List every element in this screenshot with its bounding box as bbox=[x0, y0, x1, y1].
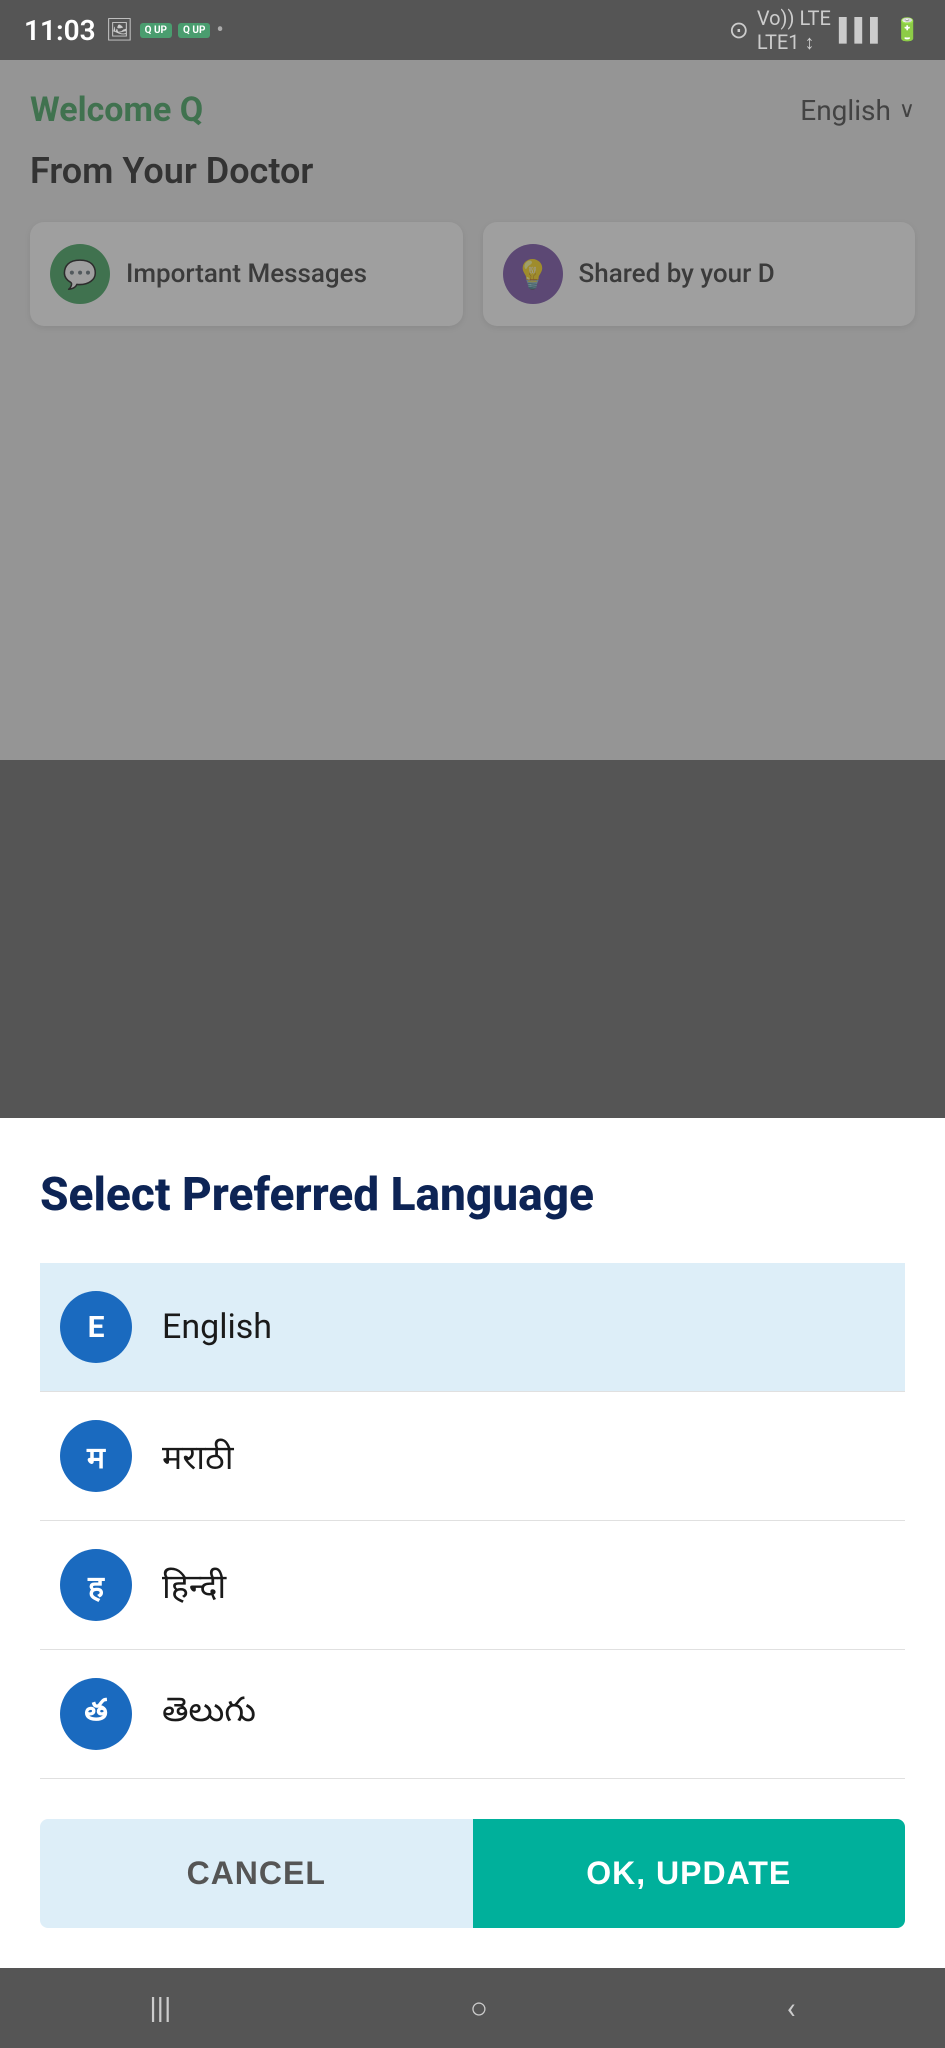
lang-name-telugu: తెలుగు bbox=[162, 1690, 256, 1738]
lang-avatar-marathi: म bbox=[60, 1420, 132, 1492]
status-right: ⊙ Vo)) LTELTE1 ↕ ▌▌▌ 🔋 bbox=[729, 6, 921, 55]
qup-icon-1: Q UP bbox=[140, 23, 172, 38]
lang-avatar-telugu: త bbox=[60, 1678, 132, 1750]
language-list: E English म मराठी ह हिन्दी త తెలుగు bbox=[40, 1263, 905, 1779]
signal-bars-icon: ▌▌▌ bbox=[839, 17, 886, 43]
language-item-hindi[interactable]: ह हिन्दी bbox=[40, 1521, 905, 1650]
language-bottom-sheet: Select Preferred Language E English म मर… bbox=[0, 1118, 945, 1968]
language-item-english[interactable]: E English bbox=[40, 1263, 905, 1392]
status-time: 11:03 bbox=[24, 14, 96, 47]
signal-text: Vo)) LTELTE1 ↕ bbox=[757, 6, 831, 55]
qup-icon-2: Q UP bbox=[178, 23, 210, 38]
lang-avatar-hindi: ह bbox=[60, 1549, 132, 1621]
photo-icon: 🖼 bbox=[106, 18, 134, 43]
lang-name-english: English bbox=[162, 1307, 272, 1347]
status-left: 11:03 🖼 Q UP Q UP • bbox=[24, 14, 224, 47]
nav-recents-icon[interactable]: ||| bbox=[149, 1991, 171, 2026]
ok-update-button[interactable]: OK, UPDATE bbox=[473, 1819, 906, 1928]
status-icons-left: 🖼 Q UP Q UP • bbox=[106, 18, 224, 43]
battery-icon: 🔋 bbox=[894, 18, 921, 43]
wifi-icon: ⊙ bbox=[729, 16, 749, 44]
lang-name-hindi: हिन्दी bbox=[162, 1562, 226, 1608]
language-item-telugu[interactable]: త తెలుగు bbox=[40, 1650, 905, 1779]
cancel-button[interactable]: CANCEL bbox=[40, 1819, 473, 1928]
lang-avatar-english: E bbox=[60, 1291, 132, 1363]
language-item-marathi[interactable]: म मराठी bbox=[40, 1392, 905, 1521]
sheet-title: Select Preferred Language bbox=[40, 1168, 905, 1223]
status-bar: 11:03 🖼 Q UP Q UP • ⊙ Vo)) LTELTE1 ↕ ▌▌▌… bbox=[0, 0, 945, 60]
dot-indicator: • bbox=[216, 18, 223, 43]
overlay bbox=[0, 60, 945, 760]
bottom-nav: ||| ○ ‹ bbox=[0, 1968, 945, 2048]
nav-back-icon[interactable]: ‹ bbox=[787, 1991, 796, 2026]
nav-home-icon[interactable]: ○ bbox=[470, 1991, 488, 2026]
sheet-buttons: CANCEL OK, UPDATE bbox=[40, 1819, 905, 1928]
lang-name-marathi: मराठी bbox=[162, 1433, 234, 1479]
